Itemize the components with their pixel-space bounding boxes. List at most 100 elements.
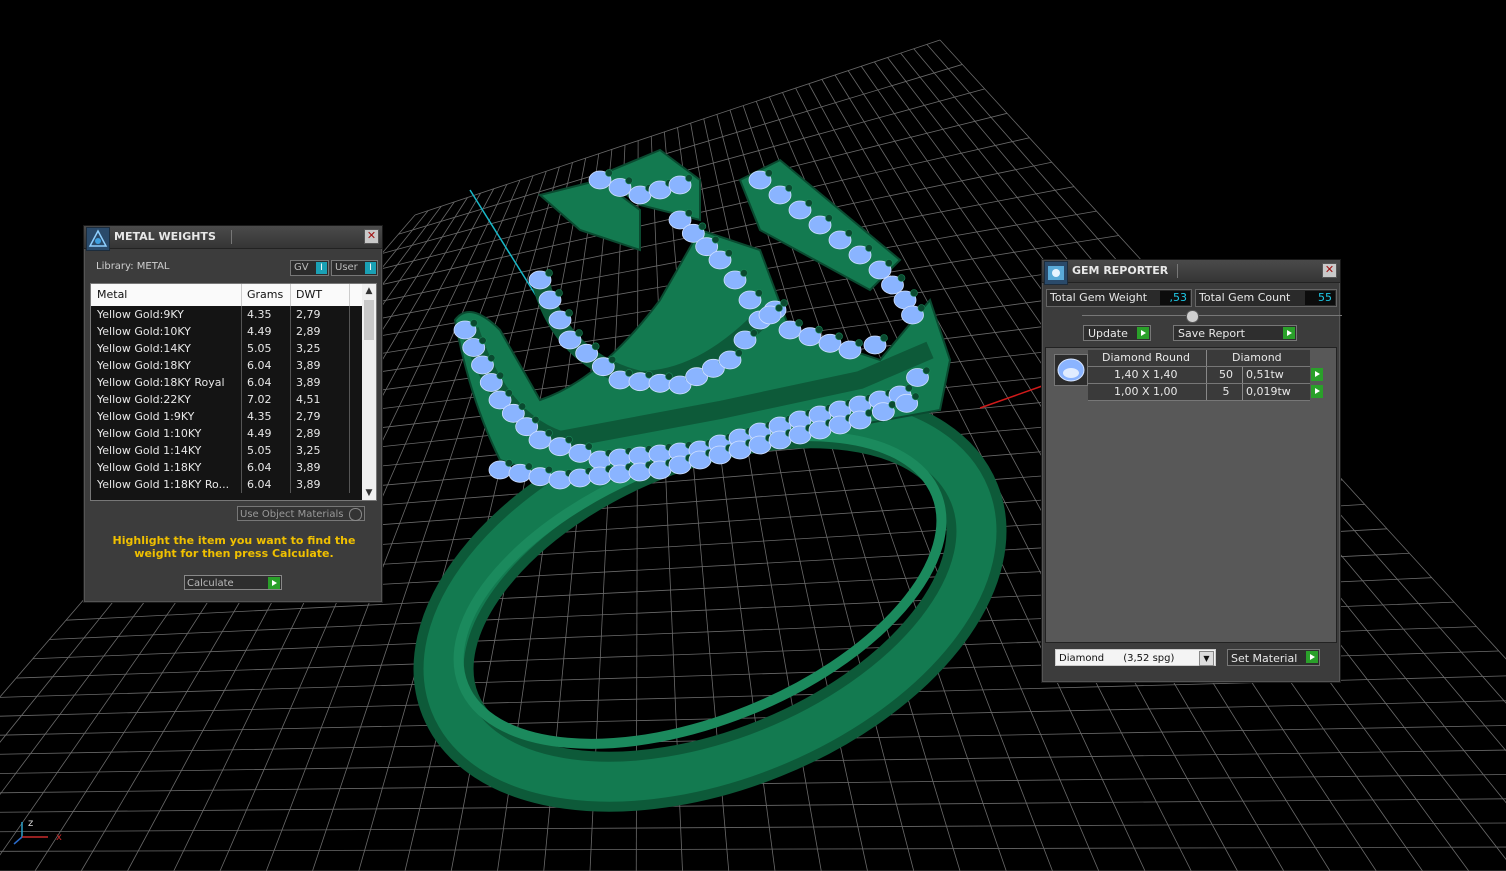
row-separator bbox=[241, 459, 242, 476]
gem-table-header: Diamond Round Diamond bbox=[1088, 350, 1310, 367]
gem-list-area[interactable]: Diamond Round Diamond 1,40 X 1,40 50 0,51t… bbox=[1045, 347, 1337, 643]
row-separator bbox=[290, 340, 291, 357]
gem-header-material: Diamond bbox=[1232, 351, 1282, 364]
table-row[interactable]: Yellow Gold 1:9KY 4.35 2,79 bbox=[91, 408, 376, 425]
gem-reporter-titlebar[interactable]: GEM REPORTER ✕ bbox=[1042, 260, 1340, 285]
table-row[interactable]: Yellow Gold 1:18KY 6.04 3,89 bbox=[91, 459, 376, 476]
prong bbox=[525, 462, 533, 471]
column-header-dwt[interactable]: DWT bbox=[296, 288, 322, 301]
metal-weights-table[interactable]: Metal Grams DWT Yellow Gold:9KY 4.35 2,79 Y… bbox=[90, 283, 377, 501]
table-row[interactable]: Yellow Gold:22KY 7.02 4,51 bbox=[91, 391, 376, 408]
update-button[interactable]: Update bbox=[1083, 325, 1151, 341]
gem-reporter-panel[interactable]: GEM REPORTER ✕ Total Gem Weight ,53 Tota… bbox=[1041, 259, 1342, 683]
user-toggle[interactable]: User I bbox=[331, 260, 378, 276]
metal-weights-title: METAL WEIGHTS bbox=[114, 230, 216, 243]
row-separator bbox=[290, 357, 291, 374]
grid-line bbox=[0, 798, 1506, 813]
row-separator bbox=[349, 391, 350, 408]
prong bbox=[845, 229, 853, 237]
table-row[interactable]: Yellow Gold 1:14KY 5.05 3,25 bbox=[91, 442, 376, 459]
prong bbox=[865, 244, 873, 252]
row-separator bbox=[349, 306, 350, 323]
material-select[interactable]: Diamond (3,52 spg) ▼ bbox=[1055, 649, 1216, 666]
dwt-cell: 4,51 bbox=[296, 393, 321, 406]
prong bbox=[910, 289, 918, 297]
prong bbox=[608, 355, 617, 364]
table-row[interactable]: Yellow Gold:9KY 4.35 2,79 bbox=[91, 306, 376, 323]
gem-weight-cell: 0,51tw bbox=[1246, 368, 1284, 381]
table-row[interactable]: Yellow Gold 1:18KY Ro... 6.04 3,89 bbox=[91, 476, 376, 493]
row-separator bbox=[290, 391, 291, 408]
table-row[interactable]: Yellow Gold:10KY 4.49 2,89 bbox=[91, 323, 376, 340]
row-separator bbox=[241, 408, 242, 425]
row-separator bbox=[349, 476, 350, 493]
play-arrow-icon[interactable] bbox=[1311, 368, 1323, 381]
title-separator bbox=[231, 230, 232, 244]
prong bbox=[531, 415, 540, 424]
table-scrollbar[interactable]: ▲ ▼ bbox=[362, 284, 376, 500]
row-separator bbox=[349, 425, 350, 442]
table-row[interactable]: Yellow Gold 1:10KY 4.49 2,89 bbox=[91, 425, 376, 442]
prong bbox=[785, 184, 793, 192]
close-icon[interactable]: ✕ bbox=[364, 229, 379, 244]
prong bbox=[825, 214, 833, 222]
grams-cell: 7.02 bbox=[247, 393, 272, 406]
prong bbox=[565, 309, 573, 317]
row-separator bbox=[349, 357, 350, 374]
play-arrow-icon[interactable] bbox=[1311, 385, 1323, 398]
table-row[interactable]: Yellow Gold:18KY 6.04 3,89 bbox=[91, 357, 376, 374]
set-material-button[interactable]: Set Material bbox=[1227, 649, 1320, 666]
table-row[interactable]: Yellow Gold:18KY Royal 6.04 3,89 bbox=[91, 374, 376, 391]
row-separator bbox=[241, 391, 242, 408]
dwt-cell: 2,89 bbox=[296, 325, 321, 338]
prong bbox=[698, 222, 707, 231]
column-header-metal[interactable]: Metal bbox=[97, 288, 127, 301]
diamond-round-thumbnail[interactable] bbox=[1054, 354, 1088, 386]
calculate-label: Calculate bbox=[187, 578, 234, 589]
slider-handle[interactable] bbox=[1186, 310, 1199, 323]
gem-table[interactable]: Diamond Round Diamond 1,40 X 1,40 50 0,51t… bbox=[1088, 350, 1323, 401]
total-gem-weight-field: Total Gem Weight ,53 bbox=[1046, 289, 1192, 307]
prong bbox=[487, 354, 496, 362]
row-separator bbox=[241, 340, 242, 357]
gem-column-separator bbox=[1206, 367, 1207, 383]
chevron-down-icon[interactable]: ▼ bbox=[1199, 651, 1214, 666]
metal-weights-titlebar[interactable]: METAL WEIGHTS ✕ bbox=[84, 226, 382, 251]
use-object-materials-toggle[interactable]: Use Object Materials bbox=[237, 506, 365, 521]
gv-toggle[interactable]: GV I bbox=[290, 260, 329, 276]
prong bbox=[625, 176, 633, 185]
metal-name-cell: Yellow Gold:10KY bbox=[97, 325, 191, 338]
prong bbox=[555, 289, 563, 297]
gem-rows: 1,40 X 1,40 50 0,51tw 1,00 X 1,00 5 0,019tw bbox=[1088, 367, 1323, 401]
gem-row[interactable]: 1,00 X 1,00 5 0,019tw bbox=[1088, 384, 1323, 401]
dwt-cell: 2,79 bbox=[296, 410, 321, 423]
grams-cell: 6.04 bbox=[247, 359, 272, 372]
header-separator bbox=[349, 284, 350, 306]
scroll-thumb[interactable] bbox=[364, 300, 374, 340]
gem-row[interactable]: 1,40 X 1,40 50 0,51tw bbox=[1088, 367, 1323, 384]
close-icon[interactable]: ✕ bbox=[1322, 263, 1337, 278]
prong bbox=[888, 400, 897, 409]
calculate-button[interactable]: Calculate bbox=[184, 575, 282, 590]
prong bbox=[478, 336, 487, 345]
dwt-cell: 3,89 bbox=[296, 478, 321, 491]
metal-weights-panel[interactable]: METAL WEIGHTS ✕ Library: METAL GV I User… bbox=[83, 225, 383, 603]
gem-weight-cell: 0,019tw bbox=[1246, 385, 1291, 398]
scroll-down-icon[interactable]: ▼ bbox=[362, 486, 376, 500]
metal-name-cell: Yellow Gold:18KY Royal bbox=[97, 376, 225, 389]
prong bbox=[795, 319, 803, 327]
prong bbox=[505, 389, 513, 397]
gv-toggle-indicator: I bbox=[316, 262, 327, 274]
save-report-button[interactable]: Save Report bbox=[1173, 325, 1297, 341]
prong bbox=[545, 269, 553, 277]
scroll-up-icon[interactable]: ▲ bbox=[362, 284, 376, 298]
metal-name-cell: Yellow Gold 1:18KY bbox=[97, 461, 202, 474]
calculate-hint: Highlight the item you want to find the … bbox=[112, 534, 356, 560]
set-material-label: Set Material bbox=[1231, 652, 1298, 665]
table-row[interactable]: Yellow Gold:14KY 5.05 3,25 bbox=[91, 340, 376, 357]
column-header-grams[interactable]: Grams bbox=[247, 288, 283, 301]
total-gem-count-label: Total Gem Count bbox=[1199, 291, 1291, 304]
prong bbox=[470, 319, 478, 327]
header-separator bbox=[290, 284, 291, 306]
metal-name-cell: Yellow Gold 1:18KY Ro... bbox=[97, 478, 230, 491]
